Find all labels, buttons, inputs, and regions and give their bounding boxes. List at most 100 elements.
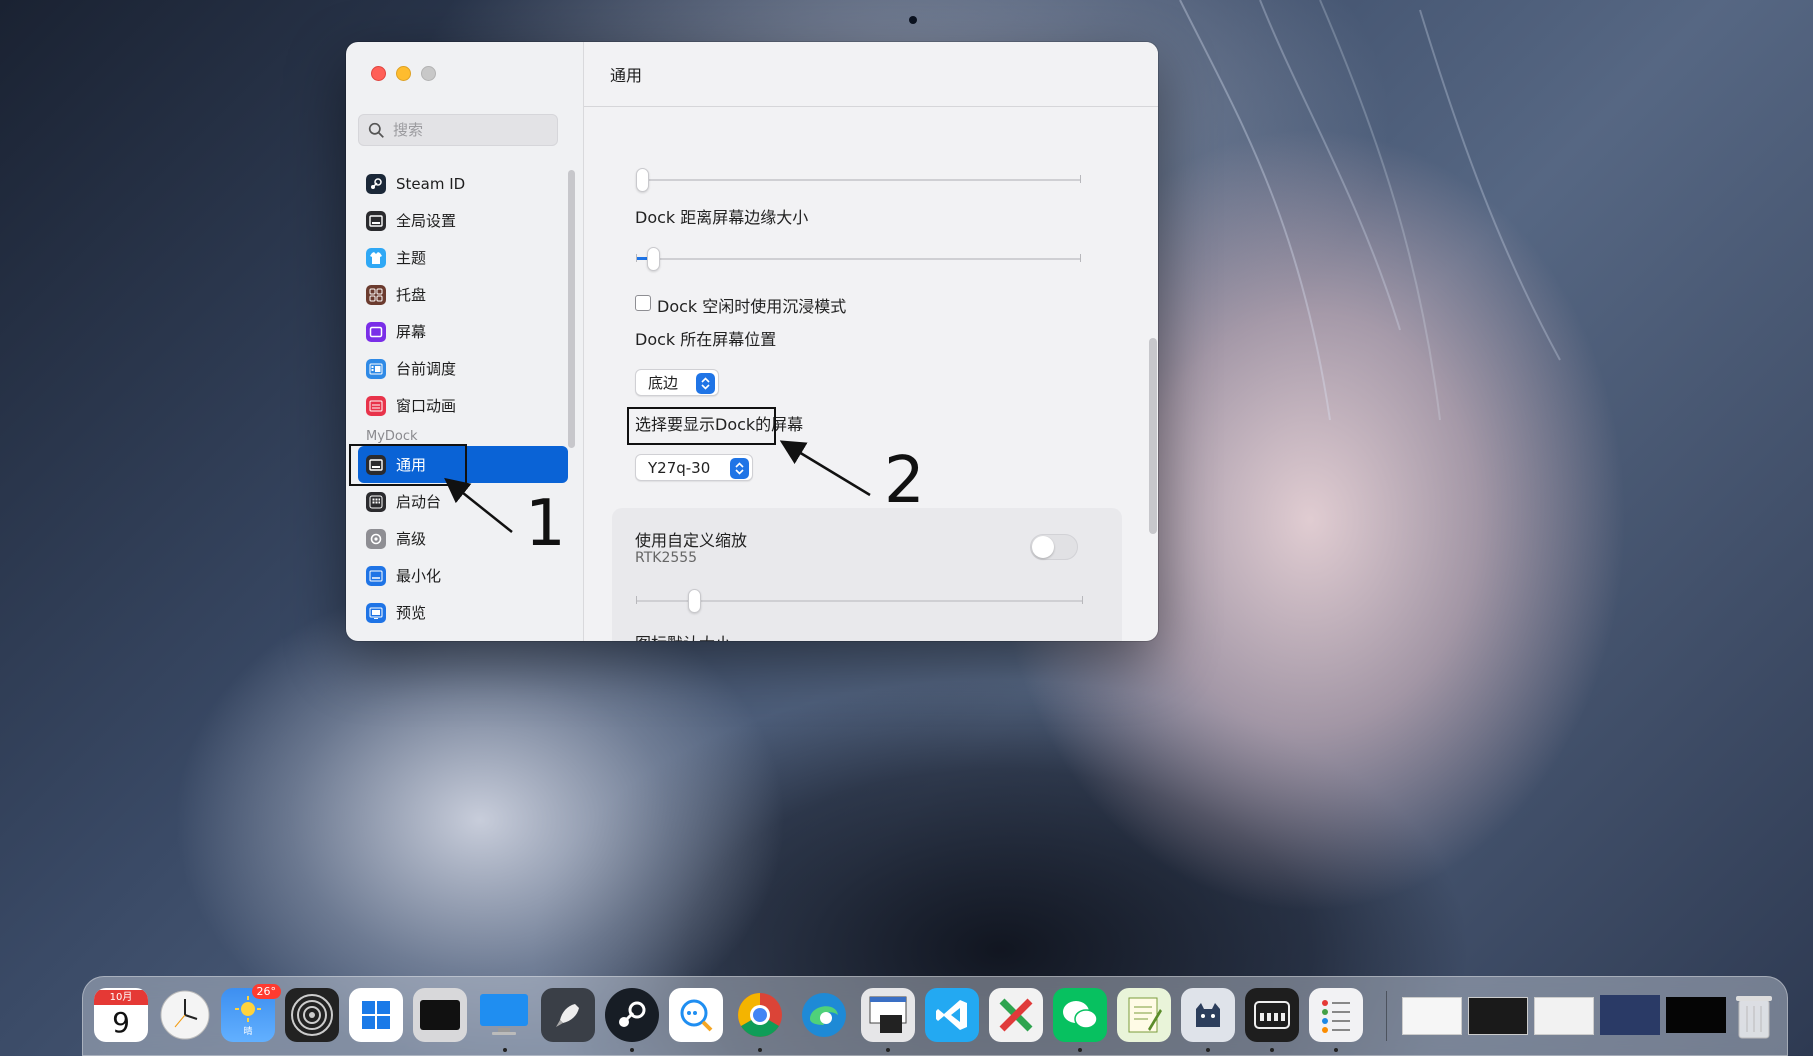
clock-icon[interactable] bbox=[158, 988, 212, 1042]
zoom-button[interactable] bbox=[421, 66, 436, 81]
custom-scale-toggle[interactable] bbox=[1030, 534, 1078, 560]
target-rings-icon[interactable] bbox=[285, 988, 339, 1042]
xmind-icon[interactable] bbox=[989, 988, 1043, 1042]
edge-icon[interactable] bbox=[797, 988, 851, 1042]
top-slider-thumb[interactable] bbox=[636, 168, 649, 192]
running-indicator bbox=[886, 1048, 890, 1052]
custom-scale-label: 使用自定义缩放 bbox=[635, 531, 748, 550]
custom-scale-card: 使用自定义缩放 RTK2555 图标默认大小 bbox=[612, 508, 1122, 641]
chat-bubble-icon[interactable] bbox=[669, 988, 723, 1042]
screen-icon bbox=[366, 321, 386, 342]
tray-grid-icon bbox=[366, 284, 386, 305]
dock-margin-thumb[interactable] bbox=[647, 247, 661, 271]
annotation-box-2 bbox=[627, 407, 776, 445]
close-button[interactable] bbox=[371, 66, 386, 81]
sidebar-item-label: 台前调度 bbox=[396, 360, 457, 378]
running-indicator bbox=[1334, 1048, 1338, 1052]
sidebar-item-theme[interactable]: 主题 bbox=[358, 239, 568, 276]
vscode-icon[interactable] bbox=[925, 988, 979, 1042]
shirt-icon bbox=[366, 247, 386, 268]
rocket-icon[interactable] bbox=[541, 988, 595, 1042]
settings-content: Dock 距离屏幕边缘大小 Dock 空闲时使用沉浸模式 Dock 所在屏幕位置… bbox=[584, 108, 1158, 641]
running-indicator bbox=[1078, 1048, 1082, 1052]
position-value: 底边 bbox=[648, 374, 679, 392]
custom-scale-thumb[interactable] bbox=[687, 589, 701, 613]
window-thumbnail-settings[interactable] bbox=[1534, 997, 1594, 1035]
chevron-updown-icon bbox=[696, 373, 715, 394]
window-thumbnail-terminal[interactable] bbox=[1468, 997, 1528, 1035]
launchpad-icon bbox=[366, 491, 386, 512]
main-pane: 通用 Dock 距离屏幕边缘大小 Dock 空闲时使用沉浸模式 Dock 所在屏… bbox=[584, 42, 1158, 641]
window-thumbnail-wallpaper[interactable] bbox=[1600, 995, 1660, 1035]
display-icon bbox=[366, 210, 386, 231]
steam-icon bbox=[366, 173, 386, 194]
sidebar-item-stage-manager[interactable]: 台前调度 bbox=[358, 350, 568, 387]
annotation-box-1 bbox=[349, 444, 467, 486]
slider-tick bbox=[1080, 254, 1081, 262]
steam-icon[interactable] bbox=[605, 988, 659, 1042]
top-slider-track bbox=[636, 179, 1080, 181]
window-thumbnail-steam[interactable] bbox=[1666, 997, 1726, 1033]
preview-icon bbox=[366, 602, 386, 623]
window-thumbnail-chrome[interactable] bbox=[1402, 997, 1462, 1035]
dock-margin-track bbox=[636, 258, 1080, 260]
custom-scale-sublabel: RTK2555 bbox=[635, 550, 698, 566]
sidebar-item-label: Steam ID bbox=[396, 174, 466, 193]
toggle-knob bbox=[1032, 536, 1054, 558]
cat-icon[interactable] bbox=[1181, 988, 1235, 1042]
advanced-gear-icon bbox=[366, 528, 386, 549]
search-icon bbox=[368, 122, 384, 138]
trash-icon[interactable] bbox=[1727, 988, 1781, 1042]
screen-tool-icon[interactable] bbox=[861, 988, 915, 1042]
running-indicator bbox=[503, 1048, 507, 1052]
windows-logo-icon[interactable] bbox=[349, 988, 403, 1042]
sidebar-scrollbar[interactable] bbox=[568, 170, 575, 448]
running-indicator bbox=[758, 1048, 762, 1052]
position-select[interactable]: 底边 bbox=[635, 369, 719, 396]
custom-scale-track bbox=[636, 600, 1082, 602]
chevron-updown-icon bbox=[730, 458, 749, 479]
dock-margin-label: Dock 距离屏幕边缘大小 bbox=[635, 208, 809, 227]
notepad-icon[interactable] bbox=[1117, 988, 1171, 1042]
search-field[interactable] bbox=[358, 114, 558, 146]
sidebar-item-minimize[interactable]: 最小化 bbox=[358, 557, 568, 594]
minimize-button[interactable] bbox=[396, 66, 411, 81]
sidebar-item-label: 托盘 bbox=[396, 286, 427, 304]
slider-tick bbox=[1082, 596, 1083, 604]
wechat-icon[interactable] bbox=[1053, 988, 1107, 1042]
sidebar-item-label: 主题 bbox=[396, 249, 427, 267]
calendar-month: 10月 bbox=[94, 989, 148, 1005]
sidebar-item-steam-id[interactable]: Steam ID bbox=[358, 165, 568, 202]
annotation-number-1: 1 bbox=[525, 487, 566, 561]
running-indicator bbox=[630, 1048, 634, 1052]
weather-icon[interactable]: 晴 26° bbox=[221, 984, 281, 1042]
screen-value: Y27q-30 bbox=[648, 458, 711, 477]
sidebar-item-preview[interactable]: 预览 bbox=[358, 594, 568, 631]
immersive-label: Dock 空闲时使用沉浸模式 bbox=[657, 297, 847, 316]
sidebar-item-label: 预览 bbox=[396, 604, 427, 622]
sidebar-item-window-animation[interactable]: 窗口动画 bbox=[358, 387, 568, 424]
sidebar-item-label: 全局设置 bbox=[396, 212, 457, 230]
dock-divider bbox=[1386, 991, 1387, 1041]
slider-tick bbox=[636, 596, 637, 604]
main-scrollbar[interactable] bbox=[1149, 338, 1157, 534]
sidebar-item-global[interactable]: 全局设置 bbox=[358, 202, 568, 239]
settings-window: Steam ID 全局设置 主题 托盘 屏幕 台前调度 bbox=[346, 42, 1158, 641]
page-title: 通用 bbox=[584, 42, 1158, 107]
sidebar-item-label: 启动台 bbox=[396, 493, 442, 511]
sidebar-item-screen[interactable]: 屏幕 bbox=[358, 313, 568, 350]
screen-select[interactable]: Y27q-30 bbox=[635, 454, 753, 481]
chrome-icon[interactable] bbox=[733, 988, 787, 1042]
mydock-icon[interactable] bbox=[1245, 988, 1299, 1042]
sidebar-item-label: 窗口动画 bbox=[396, 397, 457, 415]
slider-tick bbox=[1080, 175, 1081, 183]
monitor-icon[interactable] bbox=[477, 988, 531, 1042]
window-controls bbox=[371, 66, 436, 81]
weather-badge: 26° bbox=[251, 984, 281, 999]
terminal-icon[interactable] bbox=[413, 988, 467, 1042]
search-input[interactable] bbox=[393, 121, 543, 139]
immersive-checkbox[interactable] bbox=[635, 295, 651, 311]
sidebar-item-tray[interactable]: 托盘 bbox=[358, 276, 568, 313]
list-icon[interactable] bbox=[1309, 988, 1363, 1042]
calendar-icon[interactable]: 10月 9 bbox=[94, 988, 148, 1042]
